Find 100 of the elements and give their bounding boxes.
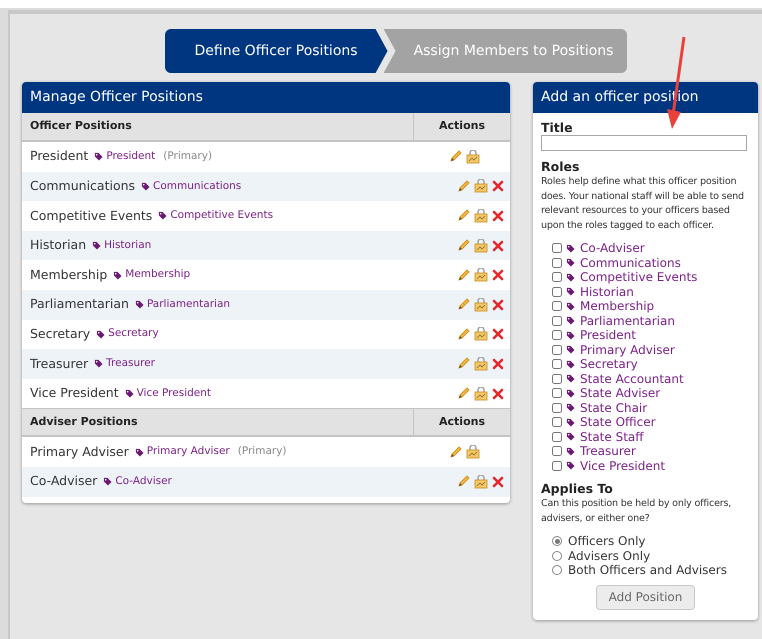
tag-icon	[124, 389, 134, 398]
tag-icon	[566, 403, 575, 412]
role-checkbox[interactable]	[552, 258, 562, 268]
title-input[interactable]	[541, 135, 747, 151]
role-checkbox[interactable]	[552, 460, 562, 471]
position-name: Vice President	[30, 384, 119, 402]
delete-icon[interactable]	[492, 269, 504, 282]
tag-icon	[566, 330, 575, 340]
delete-icon[interactable]	[492, 298, 504, 311]
role-checkbox[interactable]	[552, 446, 562, 456]
tag-icon	[566, 446, 575, 456]
tag-icon	[566, 316, 575, 326]
tag-icon	[566, 258, 575, 268]
role-checkbox[interactable]	[552, 432, 562, 442]
tag-icon	[566, 388, 575, 398]
pencil-icon[interactable]	[457, 328, 470, 341]
delete-icon[interactable]	[492, 240, 504, 252]
role-tag: Treasurer	[94, 356, 155, 372]
pencil-icon[interactable]	[457, 298, 470, 312]
position-name: Primary Adviser	[30, 442, 129, 461]
pencil-icon[interactable]	[457, 180, 470, 193]
certificate-icon[interactable]	[466, 445, 480, 460]
tag-icon	[94, 359, 104, 368]
delete-icon[interactable]	[492, 328, 504, 340]
position-name: Competitive Events	[30, 206, 152, 225]
role-checkbox[interactable]	[552, 374, 562, 384]
position-name: Parliamentarian	[30, 295, 129, 314]
column-header: Actions	[413, 113, 510, 140]
role-checkbox[interactable]	[552, 316, 562, 326]
certificate-icon[interactable]	[474, 208, 488, 223]
role-checkbox[interactable]	[552, 330, 562, 340]
panel-header: Manage Officer Positions	[22, 82, 510, 113]
pencil-icon[interactable]	[457, 268, 470, 282]
tag-icon	[566, 287, 575, 296]
tag-icon	[566, 360, 575, 369]
role-tag: Secretary	[96, 326, 159, 342]
pencil-icon[interactable]	[457, 387, 470, 400]
role-tag: Co-Adviser	[103, 474, 172, 490]
position-name: Treasurer	[30, 354, 88, 373]
field-label: Title	[541, 121, 574, 135]
role-checkbox[interactable]	[552, 359, 562, 370]
role-checkbox[interactable]	[552, 272, 562, 282]
delete-icon[interactable]	[492, 358, 504, 370]
role-checkbox[interactable]	[552, 301, 562, 312]
tag-icon	[566, 345, 575, 354]
radio-button[interactable]	[552, 536, 562, 546]
delete-icon[interactable]	[492, 180, 504, 192]
tag-icon	[103, 477, 112, 486]
certificate-icon[interactable]	[474, 179, 488, 194]
certificate-icon[interactable]	[474, 474, 488, 489]
step-tab[interactable]: Define Officer Positions	[164, 29, 388, 73]
role-tag: President	[94, 148, 156, 165]
role-checkbox[interactable]	[552, 243, 562, 254]
certificate-icon[interactable]	[474, 386, 488, 401]
pencil-icon[interactable]	[449, 150, 462, 164]
tag-icon	[566, 272, 575, 282]
certificate-icon[interactable]	[474, 327, 488, 342]
delete-icon[interactable]	[492, 476, 504, 488]
pencil-icon[interactable]	[457, 475, 470, 488]
pencil-icon[interactable]	[457, 357, 470, 370]
role-tag: Primary Adviser	[134, 444, 230, 460]
tag-icon	[566, 374, 575, 384]
certificate-icon[interactable]	[474, 298, 488, 312]
tag-icon	[158, 211, 168, 220]
tag-icon	[113, 270, 122, 280]
pencil-icon[interactable]	[457, 239, 470, 252]
tag-icon	[141, 182, 150, 191]
radio-button[interactable]	[552, 550, 562, 561]
tag-icon	[566, 418, 575, 427]
certificate-icon[interactable]	[474, 356, 488, 371]
position-name: Secretary	[30, 324, 90, 343]
role-checkbox[interactable]	[552, 286, 562, 297]
primary-note: (Primary)	[238, 444, 287, 460]
help-text: Roles help define what this officer position does. Your national staff will be able to send relevant resources to your officers based upon the roles tagged to each officer.	[541, 175, 745, 232]
role-tag: Parliamentarian	[134, 296, 230, 313]
add-position-button[interactable]: Add Position	[596, 584, 696, 610]
role-checkbox[interactable]	[552, 417, 562, 428]
role-tag: Communications	[141, 178, 242, 194]
pencil-icon[interactable]	[457, 209, 470, 222]
role-checkbox[interactable]	[552, 402, 562, 413]
role-checkbox[interactable]	[552, 388, 562, 398]
position-name: Historian	[30, 236, 86, 254]
delete-icon[interactable]	[492, 388, 504, 400]
section-heading: Roles	[541, 159, 580, 175]
radio-button[interactable]	[552, 565, 562, 576]
certificate-icon[interactable]	[466, 150, 480, 164]
delete-icon[interactable]	[492, 210, 504, 222]
position-name: Membership	[30, 266, 108, 284]
position-name: Communications	[30, 177, 136, 196]
tag-icon	[96, 330, 106, 339]
certificate-icon[interactable]	[474, 268, 488, 282]
role-checkbox[interactable]	[552, 344, 562, 355]
certificate-icon[interactable]	[474, 238, 488, 253]
role-tag: Membership	[113, 267, 190, 284]
help-text: Can this position be held by only officers, advisers, or either one?	[541, 497, 732, 526]
position-name: President	[30, 147, 88, 166]
primary-note: (Primary)	[163, 148, 212, 164]
tag-icon	[566, 244, 575, 253]
pencil-icon[interactable]	[449, 446, 462, 459]
option-label: Officers Only	[568, 533, 646, 550]
